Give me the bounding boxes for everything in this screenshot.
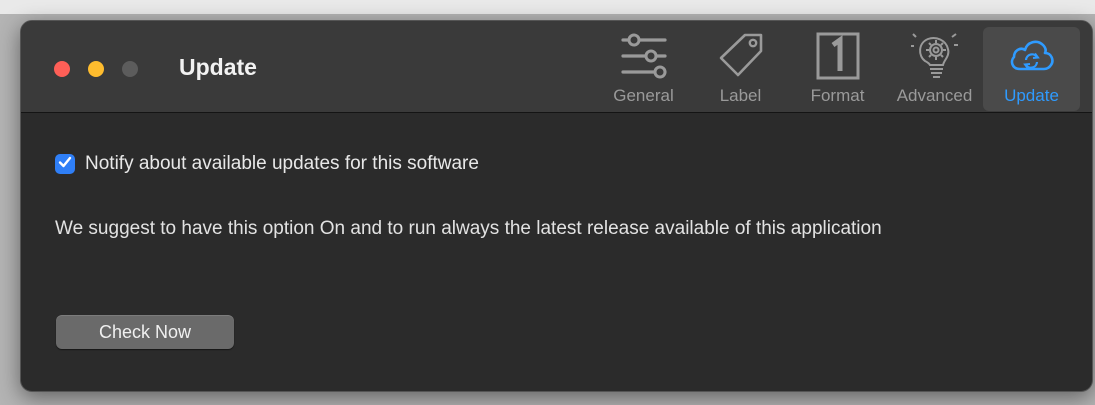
desktop-backdrop — [0, 0, 1095, 14]
tag-icon — [716, 31, 766, 81]
update-settings-pane: Notify about available updates for this … — [21, 113, 1092, 391]
tab-label[interactable]: Label — [692, 27, 789, 111]
tab-update-label: Update — [1004, 86, 1059, 105]
checkmark-icon — [58, 155, 72, 174]
window-title: Update — [179, 54, 257, 80]
gear-bulb-icon — [910, 31, 960, 81]
tab-advanced[interactable]: Advanced — [886, 27, 983, 111]
cloud-sync-icon — [1007, 31, 1057, 81]
close-window-button[interactable] — [54, 61, 70, 77]
check-now-button[interactable]: Check Now — [56, 315, 234, 349]
tab-update[interactable]: Update — [983, 27, 1080, 111]
preferences-toolbar: General Label Format Advanced Update — [595, 27, 1080, 111]
sliders-icon — [619, 31, 669, 81]
titlebar: Update General Label Format Advanced Upd… — [21, 21, 1092, 113]
tab-format[interactable]: Format — [789, 27, 886, 111]
preferences-window: Update General Label Format Advanced Upd… — [20, 20, 1093, 392]
update-recommendation-text: We suggest to have this option On and to… — [55, 218, 882, 239]
notify-updates-label[interactable]: Notify about available updates for this … — [85, 153, 479, 175]
tab-general-label: General — [613, 86, 674, 105]
notify-updates-option: Notify about available updates for this … — [55, 153, 479, 175]
minimize-window-button[interactable] — [88, 61, 104, 77]
tab-general[interactable]: General — [595, 27, 692, 111]
tab-advanced-label: Advanced — [896, 86, 973, 105]
number-one-box-icon — [813, 31, 863, 81]
zoom-window-button — [122, 61, 138, 77]
tab-format-label: Format — [810, 86, 865, 105]
tab-label-label: Label — [719, 86, 762, 105]
notify-updates-checkbox[interactable] — [55, 154, 75, 174]
